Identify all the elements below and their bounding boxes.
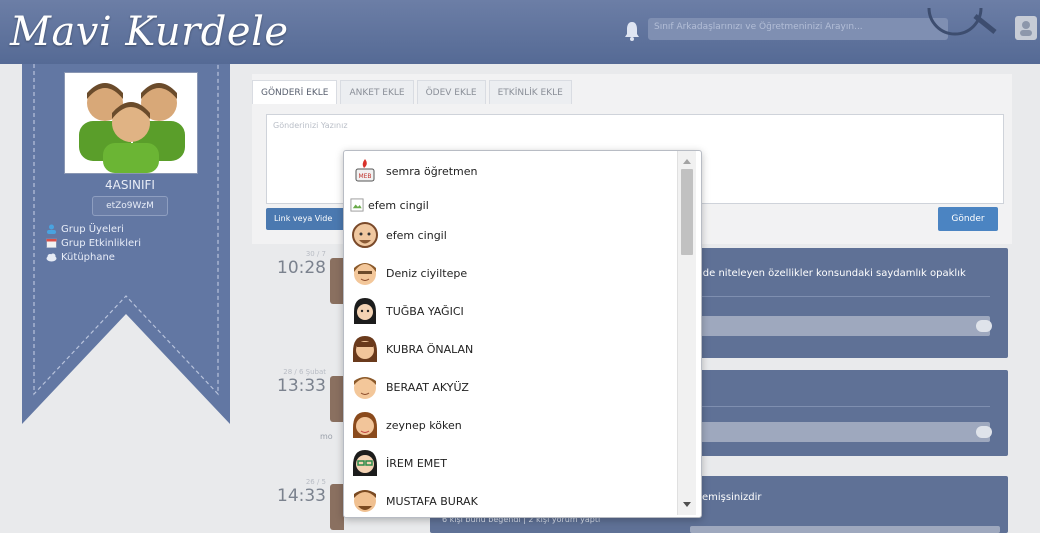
feed-date: 30 / 7: [305, 250, 326, 258]
result-item[interactable]: MEB semra öğretmen: [350, 153, 478, 189]
sidebar-item-library[interactable]: Kütüphane: [46, 250, 141, 264]
sidebar-item-label: Grup Üyeleri: [61, 223, 124, 235]
cloud-icon: [46, 253, 57, 262]
result-item[interactable]: KUBRA ÖNALAN: [350, 331, 473, 367]
feed-avatar[interactable]: [330, 484, 344, 530]
comment-icon[interactable]: [976, 320, 992, 332]
feed-author: mo: [320, 432, 333, 441]
man-avatar-icon: [354, 490, 376, 512]
calendar-icon: [46, 238, 57, 248]
result-name: Deniz ciyiltepe: [386, 266, 468, 280]
comment-input[interactable]: [690, 316, 990, 336]
sidebar-item-label: Grup Etkinlikleri: [61, 237, 142, 249]
bald-avatar-icon: [352, 222, 378, 248]
link-video-button[interactable]: Link veya Vide: [266, 208, 346, 230]
feed-item-time: 28 / 6 Şubat 13:33: [262, 368, 326, 396]
comment-input[interactable]: [690, 422, 990, 442]
sidebar-item-events[interactable]: Grup Etkinlikleri: [46, 236, 141, 250]
group-photo[interactable]: [64, 72, 198, 174]
feed-date: 26 / 5: [305, 478, 326, 486]
group-code-badge[interactable]: etZo9WzM: [92, 196, 168, 216]
feed-text: lde niteleyen özellikler konsundaki sayd…: [700, 268, 966, 279]
composer-tabs: GÖNDERİ EKLE ANKET EKLE ÖDEV EKLE ETKİNL…: [252, 80, 575, 104]
result-item[interactable]: MUSTAFA BURAK: [350, 483, 478, 517]
tab-poll[interactable]: ANKET EKLE: [340, 80, 414, 104]
search-results-dropdown: MEB semra öğretmen efem cingil efem cing…: [343, 150, 702, 518]
result-item[interactable]: zeynep köken: [350, 407, 462, 443]
feed-avatar[interactable]: [330, 258, 344, 304]
feed-clock: 13:33: [277, 376, 326, 396]
divider: [700, 296, 990, 297]
user-icon: [1020, 21, 1032, 36]
boy-avatar-icon: [354, 377, 376, 399]
feed-clock: 14:33: [277, 486, 326, 506]
girl-avatar-icon: [353, 336, 377, 362]
comment-input[interactable]: [690, 526, 1000, 533]
post-placeholder: Gönderinizi Yazınız: [273, 121, 348, 130]
boy-avatar-icon: [354, 263, 376, 285]
result-item[interactable]: TUĞBA YAĞICI: [350, 293, 464, 329]
sidebar-menu: Grup Üyeleri Grup Etkinlikleri Kütüphane: [46, 222, 141, 264]
feed-card: [690, 370, 1008, 456]
result-name: zeynep köken: [386, 418, 462, 432]
girl-avatar-icon: [354, 298, 376, 324]
feed-date: 28 / 6 Şubat: [283, 368, 326, 376]
top-header: Mavi Kurdele Sınıf Arkadaşlarınızı ve Öğ…: [0, 0, 1040, 64]
result-item[interactable]: efem cingil: [350, 217, 447, 253]
divider: [700, 406, 990, 407]
glasses-avatar-icon: [353, 450, 377, 476]
scrollbar-thumb[interactable]: [681, 169, 693, 255]
svg-text:MEB: MEB: [358, 173, 371, 180]
scroll-down-icon[interactable]: [683, 502, 691, 507]
result-name: efem cingil: [368, 198, 429, 212]
search-placeholder: Sınıf Arkadaşlarınızı ve Öğretmeninizi A…: [654, 22, 863, 32]
sidebar-item-label: Kütüphane: [61, 251, 115, 263]
result-name: BERAAT AKYÜZ: [386, 380, 469, 394]
feed-item-time: 30 / 7 10:28: [262, 250, 326, 278]
sidebar-item-members[interactable]: Grup Üyeleri: [46, 222, 141, 236]
result-name: KUBRA ÖNALAN: [386, 342, 474, 356]
send-button[interactable]: Gönder: [938, 207, 998, 231]
search-icon[interactable]: [925, 2, 1005, 46]
result-name: semra öğretmen: [386, 164, 478, 178]
feed-card: lde niteleyen özellikler konsundaki sayd…: [690, 248, 1008, 358]
result-item[interactable]: İREM EMET: [350, 445, 447, 481]
feed-text: emişsinizdir: [702, 492, 762, 503]
feed-clock: 10:28: [277, 258, 326, 278]
result-name: efem cingil: [386, 228, 447, 242]
tab-post[interactable]: GÖNDERİ EKLE: [252, 80, 338, 104]
bell-icon[interactable]: [622, 20, 642, 42]
result-item[interactable]: Deniz ciyiltepe: [350, 255, 467, 291]
girl-avatar-icon: [353, 412, 377, 438]
comment-icon[interactable]: [976, 426, 992, 438]
tab-event[interactable]: ETKİNLİK EKLE: [488, 80, 572, 104]
profile-menu-button[interactable]: [1015, 16, 1037, 40]
result-name: MUSTAFA BURAK: [386, 494, 478, 508]
search-input[interactable]: Sınıf Arkadaşlarınızı ve Öğretmeninizi A…: [648, 18, 948, 40]
users-icon: [47, 224, 56, 234]
result-item[interactable]: BERAAT AKYÜZ: [350, 369, 469, 405]
site-logo[interactable]: Mavi Kurdele: [10, 6, 289, 58]
tab-homework[interactable]: ÖDEV EKLE: [416, 80, 486, 104]
scroll-up-icon[interactable]: [683, 159, 691, 164]
meb-logo-icon: MEB: [355, 159, 375, 182]
group-name: 4ASINIFI: [105, 178, 155, 192]
dropdown-scrollbar[interactable]: [677, 151, 696, 515]
result-name: İREM EMET: [386, 456, 447, 470]
feed-avatar[interactable]: [330, 376, 344, 422]
feed-item-time: 26 / 5 14:33: [262, 478, 326, 506]
result-name: TUĞBA YAĞICI: [386, 304, 464, 318]
broken-image-icon: [350, 198, 364, 212]
group-avatar-icon: [65, 73, 197, 173]
